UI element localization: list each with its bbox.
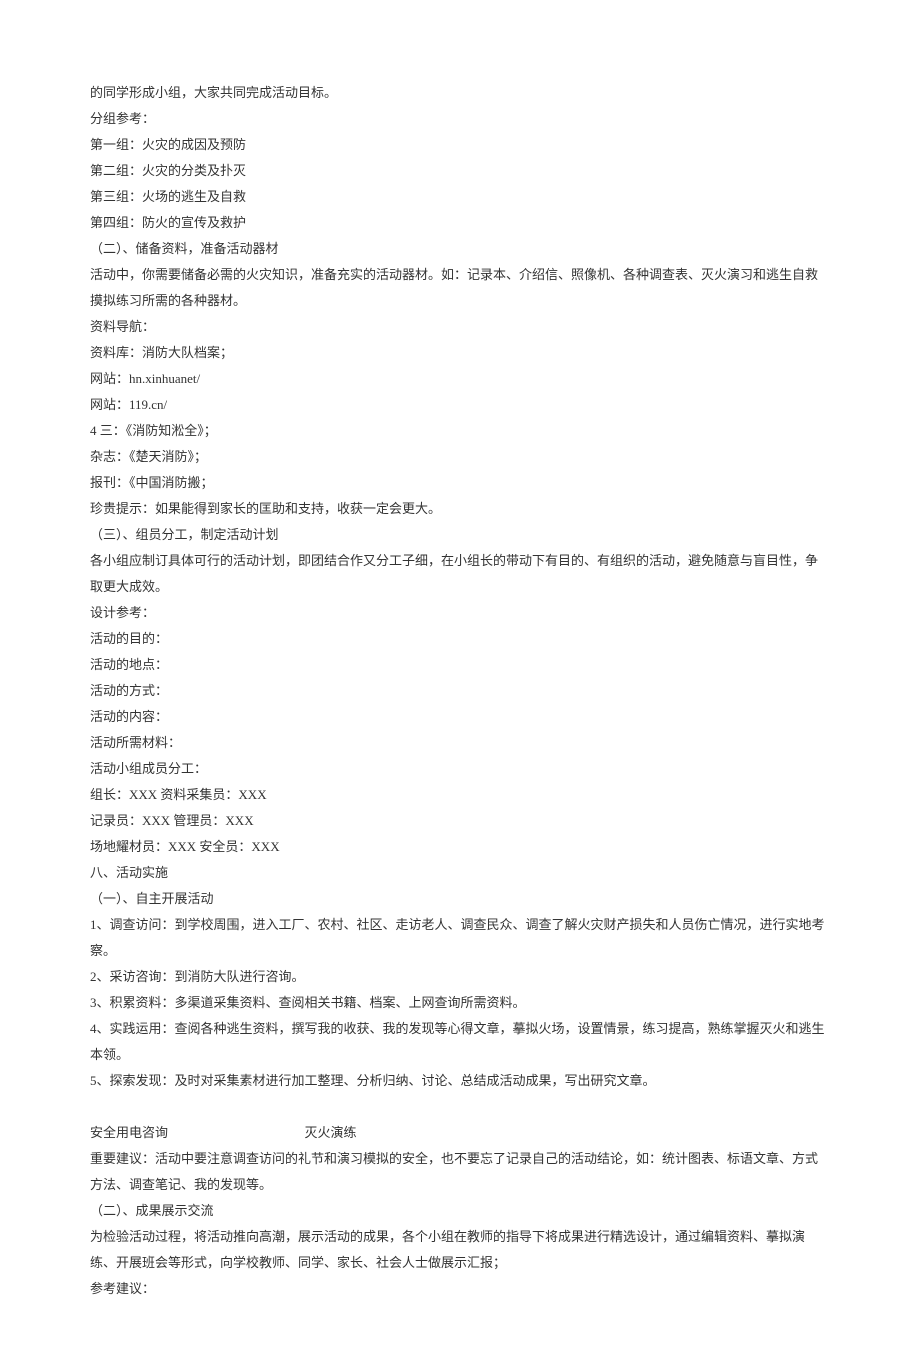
body-line: 5、探索发现：及时对采集素材进行加工整理、分析归纳、讨论、总结成活动成果，写出研… — [90, 1068, 830, 1094]
body-line: 活动的目的： — [90, 626, 830, 652]
body-line: 第二组：火灾的分类及扑灭 — [90, 158, 830, 184]
body-line: （三）、组员分工，制定活动计划 — [90, 522, 830, 548]
body-line: 报刊：《中国消防搬； — [90, 470, 830, 496]
body-line: 4、实践运用：查阅各种逃生资料，撰写我的收获、我的发现等心得文章，摹拟火场，设置… — [90, 1016, 830, 1068]
body-line: 第一组：火灾的成因及预防 — [90, 132, 830, 158]
body-line: 第四组：防火的宣传及救护 — [90, 210, 830, 236]
body-line: 分组参考： — [90, 106, 830, 132]
body-line: 设计参考： — [90, 600, 830, 626]
body-line: 活动的地点： — [90, 652, 830, 678]
body-line: 组长：XXX 资料采集员：XXX — [90, 782, 830, 808]
caption-left: 安全用电咨询 — [90, 1120, 168, 1146]
body-line: 活动中，你需要储备必需的火灾知识，准备充实的活动器材。如：记录本、介绍信、照像机… — [90, 262, 830, 314]
caption-right: 灭火演练 — [305, 1120, 357, 1146]
body-line: 为检验活动过程，将活动推向高潮，展示活动的成果，各个小组在教师的指导下将成果进行… — [90, 1224, 830, 1276]
body-line: 各小组应制订具体可行的活动计划，即团结合作又分工子细，在小组长的带动下有目的、有… — [90, 548, 830, 600]
body-line: 杂志：《楚天消防》； — [90, 444, 830, 470]
body-line: 参考建议： — [90, 1276, 830, 1302]
body-line: 第三组：火场的逃生及自救 — [90, 184, 830, 210]
body-line: 八、活动实施 — [90, 860, 830, 886]
body-line: 资料导航： — [90, 314, 830, 340]
body-line: （二）、成果展示交流 — [90, 1198, 830, 1224]
document-body: 的同学形成小组，大家共同完成活动目标。 分组参考： 第一组：火灾的成因及预防 第… — [90, 80, 830, 1302]
body-line: 2、采访咨询：到消防大队进行咨询。 — [90, 964, 830, 990]
body-line: 网站：hn.xinhuanet/ — [90, 366, 830, 392]
body-line: 记录员：XXX 管理员：XXX — [90, 808, 830, 834]
body-line: 活动的方式： — [90, 678, 830, 704]
blank-line — [90, 1094, 830, 1120]
body-line: （一）、自主开展活动 — [90, 886, 830, 912]
body-line: 活动小组成员分工： — [90, 756, 830, 782]
body-line: 4 三：《消防知淞全》； — [90, 418, 830, 444]
body-line: 重要建议：活动中要注意调查访问的礼节和演习模拟的安全，也不要忘了记录自己的活动结… — [90, 1146, 830, 1198]
body-line: 1、调查访问：到学校周围，进入工厂、农村、社区、走访老人、调查民众、调查了解火灾… — [90, 912, 830, 964]
body-line: 的同学形成小组，大家共同完成活动目标。 — [90, 80, 830, 106]
caption-row: 安全用电咨询 灭火演练 — [90, 1120, 830, 1146]
body-line: （二）、储备资料，准备活动器材 — [90, 236, 830, 262]
body-line: 3、积累资料：多渠道采集资料、查阅相关书籍、档案、上网查询所需资料。 — [90, 990, 830, 1016]
body-line: 活动的内容： — [90, 704, 830, 730]
body-line: 资料库：消防大队档案； — [90, 340, 830, 366]
body-line: 珍贵提示：如果能得到家长的匡助和支持，收获一定会更大。 — [90, 496, 830, 522]
body-line: 场地耀材员：XXX 安全员：XXX — [90, 834, 830, 860]
body-line: 网站：119.cn/ — [90, 392, 830, 418]
body-line: 活动所需材料： — [90, 730, 830, 756]
